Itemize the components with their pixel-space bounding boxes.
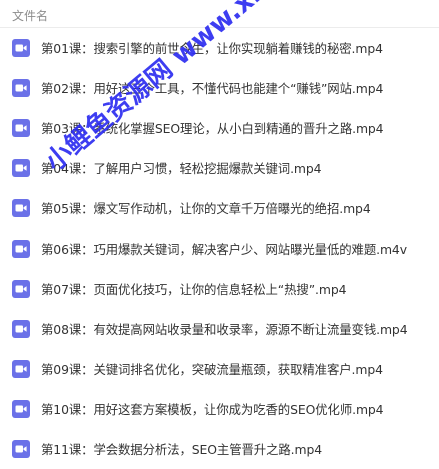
file-name: 第01课：搜索引擎的前世今生，让你实现躺着赚钱的秘密.mp4 [41, 41, 383, 57]
file-row[interactable]: 第11课：学会数据分析法，SEO主管晋升之路.mp4 [0, 429, 439, 469]
file-name: 第06课：巧用爆款关键词，解决客户少、网站曝光量低的难题.m4v [41, 241, 407, 257]
file-row[interactable]: 第02课：用好这三个工具，不懂代码也能建个“赚钱”网站.mp4 [0, 68, 439, 108]
file-row[interactable]: 第10课：用好这套方案模板，让你成为吃香的SEO优化师.mp4 [0, 389, 439, 429]
video-file-icon [12, 239, 30, 258]
file-row[interactable]: 第09课：关键词排名优化，突破流量瓶颈，获取精准客户.mp4 [0, 349, 439, 389]
file-name: 第03课：系统化掌握SEO理论，从小白到精通的晋升之路.mp4 [41, 121, 384, 137]
video-file-icon [12, 119, 30, 138]
file-row[interactable]: 第04课：了解用户习惯，轻松挖掘爆款关键词.mp4 [0, 148, 439, 188]
file-name: 第02课：用好这三个工具，不懂代码也能建个“赚钱”网站.mp4 [41, 81, 384, 97]
file-name: 第07课：页面优化技巧，让你的信息轻松上“热搜”.mp4 [41, 281, 347, 297]
video-file-icon [12, 79, 30, 98]
file-row[interactable]: 第03课：系统化掌握SEO理论，从小白到精通的晋升之路.mp4 [0, 108, 439, 148]
video-file-icon [12, 39, 30, 58]
file-list-header: 文件名 [0, 0, 439, 28]
file-name: 第04课：了解用户习惯，轻松挖掘爆款关键词.mp4 [41, 161, 322, 177]
file-name: 第05课：爆文写作动机，让你的文章千万倍曝光的绝招.mp4 [41, 201, 371, 217]
video-file-icon [12, 399, 30, 418]
file-name: 第08课：有效提高网站收录量和收录率，源源不断让流量变钱.mp4 [41, 321, 408, 337]
video-file-icon [12, 359, 30, 378]
video-file-icon [12, 439, 30, 458]
file-name: 第09课：关键词排名优化，突破流量瓶颈，获取精准客户.mp4 [41, 361, 383, 377]
file-row[interactable]: 第01课：搜索引擎的前世今生，让你实现躺着赚钱的秘密.mp4 [0, 28, 439, 68]
file-row[interactable]: 第07课：页面优化技巧，让你的信息轻松上“热搜”.mp4 [0, 269, 439, 309]
video-file-icon [12, 319, 30, 338]
file-row[interactable]: 第08课：有效提高网站收录量和收录率，源源不断让流量变钱.mp4 [0, 309, 439, 349]
file-name: 第11课：学会数据分析法，SEO主管晋升之路.mp4 [41, 441, 323, 457]
video-file-icon [12, 159, 30, 178]
column-header-filename[interactable]: 文件名 [12, 7, 48, 24]
file-row[interactable]: 第05课：爆文写作动机，让你的文章千万倍曝光的绝招.mp4 [0, 188, 439, 228]
file-row[interactable]: 第06课：巧用爆款关键词，解决客户少、网站曝光量低的难题.m4v [0, 228, 439, 268]
file-list: 第01课：搜索引擎的前世今生，让你实现躺着赚钱的秘密.mp4 第02课：用好这三… [0, 28, 439, 469]
video-file-icon [12, 279, 30, 298]
video-file-icon [12, 199, 30, 218]
file-name: 第10课：用好这套方案模板，让你成为吃香的SEO优化师.mp4 [41, 401, 384, 417]
